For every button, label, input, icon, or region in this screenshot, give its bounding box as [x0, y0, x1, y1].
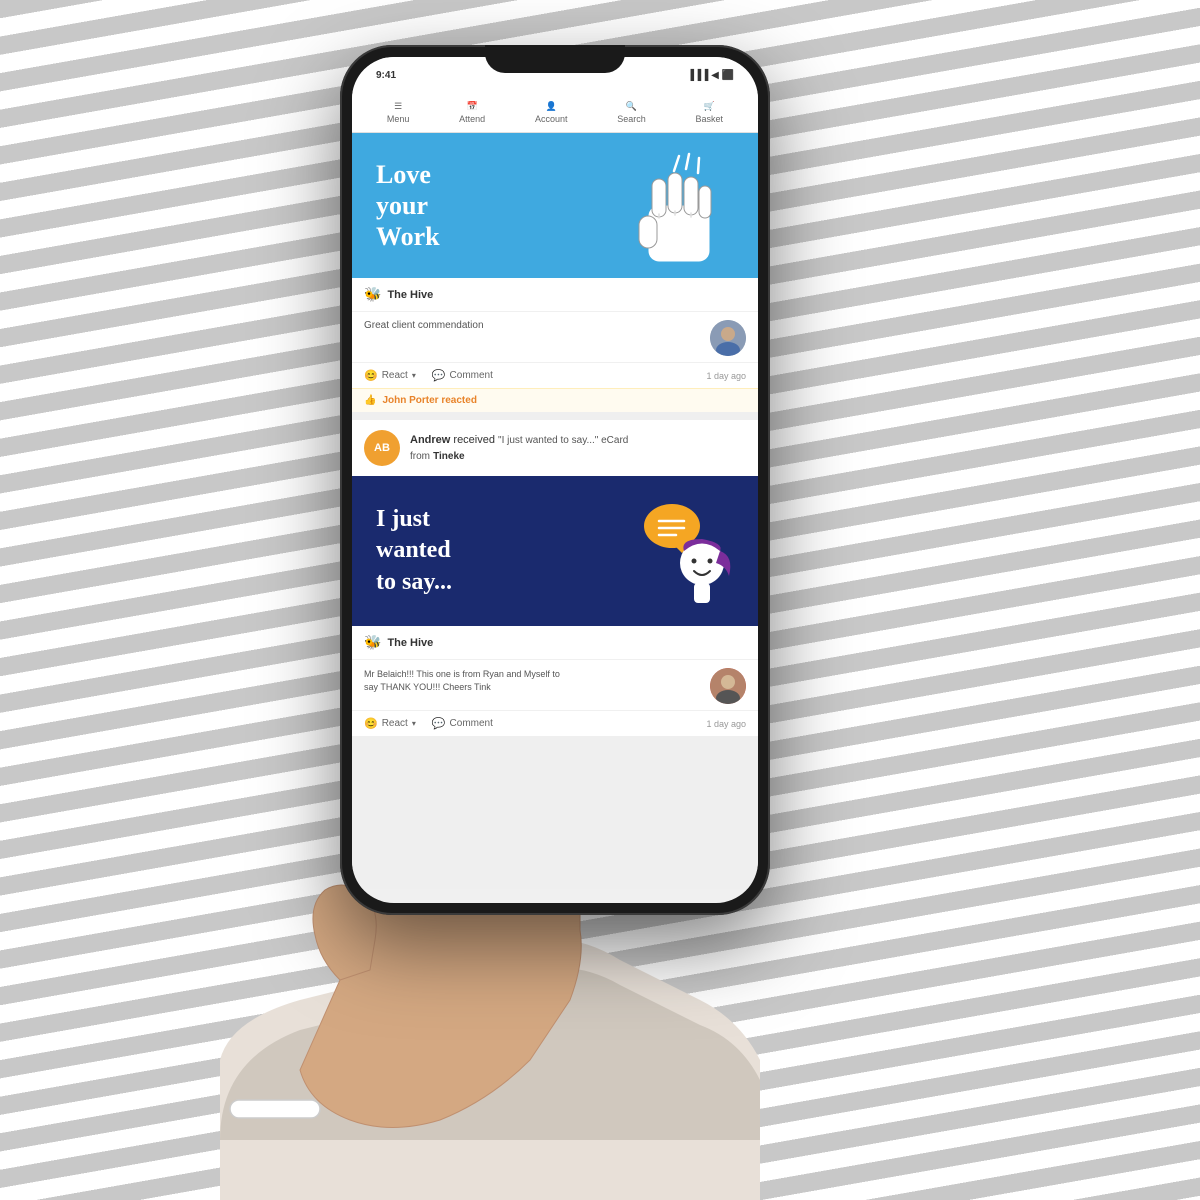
feed: LoveyourWork	[352, 133, 758, 889]
menu-icon: ☰	[394, 101, 402, 112]
comment-icon-2: 💬	[432, 717, 446, 730]
card-2-sender-avatar: AB	[364, 430, 400, 466]
nav-bar: ☰ Menu 📅 Attend 👤 Account 🔍 Search 🛒 Bas…	[352, 93, 758, 133]
comment-icon-1: 💬	[432, 369, 446, 382]
card-2-avatar	[710, 668, 746, 704]
nav-basket[interactable]: 🛒 Basket	[696, 101, 724, 124]
nav-menu[interactable]: ☰ Menu	[387, 101, 410, 124]
basket-icon: 🛒	[704, 101, 715, 112]
card-2-header: AB Andrew received "I just wanted to say…	[352, 420, 758, 476]
card-2-body: Mr Belaich!!! This one is from Ryan and …	[352, 660, 758, 710]
react-icon-2: 😊	[364, 717, 378, 730]
status-time: 9:41	[376, 70, 396, 81]
banner-love-your-work-text: LoveyourWork	[376, 159, 440, 253]
card-2-post-meta: Andrew received "I just wanted to say...…	[410, 432, 628, 465]
search-icon: 🔍	[626, 101, 637, 112]
card-1-body: Great client commendation	[352, 312, 758, 362]
phone-frame: 9:41 ▐▐▐ ◀ ⬛ ☰ Menu 📅 Attend 👤 Account 🔍…	[340, 45, 770, 915]
card-1-avatar	[710, 320, 746, 356]
card-love-your-work: LoveyourWork	[352, 133, 758, 412]
react-chevron-1: ▾	[412, 371, 416, 380]
card-2-actions: 😊 React ▾ 💬 Comment 1 day ago	[352, 710, 758, 736]
card-1-timestamp: 1 day ago	[706, 371, 746, 381]
bee-icon-2: 🐝	[364, 634, 381, 651]
phone-screen: 9:41 ▐▐▐ ◀ ⬛ ☰ Menu 📅 Attend 👤 Account 🔍…	[352, 57, 758, 903]
status-icons: ▐▐▐ ◀ ⬛	[687, 70, 734, 81]
account-icon: 👤	[546, 101, 557, 112]
card-2-timestamp: 1 day ago	[706, 719, 746, 729]
react-chevron-2: ▾	[412, 719, 416, 728]
react-icon-1: 😊	[364, 369, 378, 382]
nav-search[interactable]: 🔍 Search	[617, 101, 646, 124]
react-button-2[interactable]: 😊 React ▾	[364, 717, 416, 730]
comment-button-2[interactable]: 💬 Comment	[432, 717, 493, 730]
character-illustration	[634, 491, 734, 611]
card-i-just-wanted: AB Andrew received "I just wanted to say…	[352, 420, 758, 736]
card-1-reaction: 👍 John Porter reacted	[352, 388, 758, 412]
react-button-1[interactable]: 😊 React ▾	[364, 369, 416, 382]
card-2-source: 🐝 The Hive	[352, 626, 758, 660]
bee-icon-1: 🐝	[364, 286, 381, 303]
card-1-source: 🐝 The Hive	[352, 278, 758, 312]
banner-dark-text: I justwantedto say...	[376, 504, 452, 598]
attend-icon: 📅	[467, 101, 478, 112]
banner-i-just-wanted: I justwantedto say...	[352, 476, 758, 626]
banner-love-your-work: LoveyourWork	[352, 133, 758, 278]
comment-button-1[interactable]: 💬 Comment	[432, 369, 493, 382]
nav-attend[interactable]: 📅 Attend	[459, 101, 485, 124]
card-1-actions: 😊 React ▾ 💬 Comment 1 day ago	[352, 362, 758, 388]
nav-account[interactable]: 👤 Account	[535, 101, 568, 124]
phone-notch	[485, 45, 625, 73]
thumbs-up-icon: 👍	[364, 395, 376, 406]
hand-wave-illustration	[624, 151, 734, 261]
